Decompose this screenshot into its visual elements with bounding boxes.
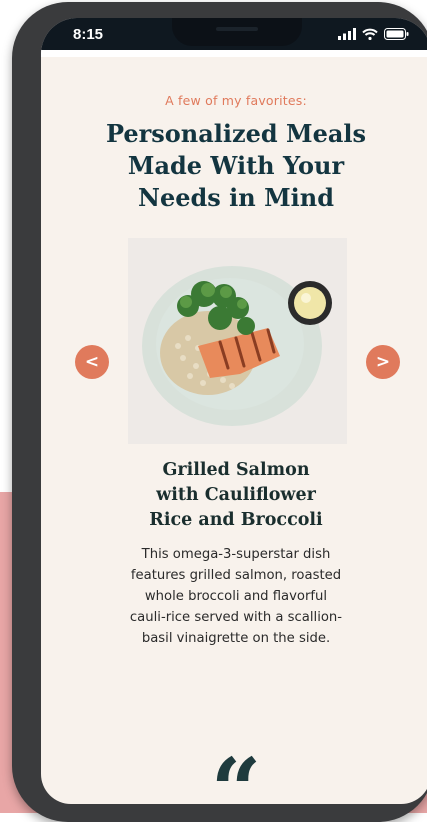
dish-title: Grilled Salmon with Cauliflower Rice and… [81, 458, 391, 533]
page-title-line: Made With Your [127, 151, 345, 180]
dish-title-line: with Cauliflower [156, 485, 316, 505]
section-eyebrow: A few of my favorites: [165, 93, 307, 108]
page-title-line: Personalized Meals [105, 119, 367, 148]
status-bar-divider [41, 50, 427, 57]
quote-icon: “ [210, 738, 262, 804]
notch-speaker [216, 27, 258, 31]
wifi-icon [362, 28, 378, 40]
chevron-left-icon: < [84, 352, 100, 372]
page-title: Personalized Meals Made With Your Needs … [61, 118, 411, 214]
dish-description: This omega-3-superstar dish features gri… [81, 544, 391, 649]
dish-photo [128, 238, 347, 444]
salmon-bowl-image [128, 238, 347, 444]
dish-title-line: Rice and Broccoli [149, 510, 323, 530]
dish-description-line: whole broccoli and flavorful [144, 589, 328, 604]
notch [172, 18, 302, 46]
chevron-right-icon: > [375, 352, 391, 372]
dish-description-line: This omega-3-superstar dish [141, 547, 331, 562]
dish-description-line: features grilled salmon, roasted [130, 568, 342, 583]
page-title-line: Needs in Mind [138, 183, 334, 212]
status-time: 8:15 [73, 26, 104, 43]
dish-title-line: Grilled Salmon [162, 460, 310, 480]
dish-description-line: basil vinaigrette on the side. [141, 631, 331, 646]
phone-frame: 8:15 A few of my favorites: Personalized… [12, 2, 427, 822]
status-bar: 8:15 [41, 18, 427, 50]
battery-icon [384, 28, 409, 40]
carousel-prev-button[interactable]: < [75, 345, 109, 379]
phone-screen: 8:15 A few of my favorites: Personalized… [41, 18, 427, 804]
cellular-signal-icon [338, 28, 356, 40]
dish-description-line: cauli-rice served with a scallion- [129, 610, 343, 625]
status-icons [338, 28, 409, 40]
carousel-next-button[interactable]: > [366, 345, 400, 379]
